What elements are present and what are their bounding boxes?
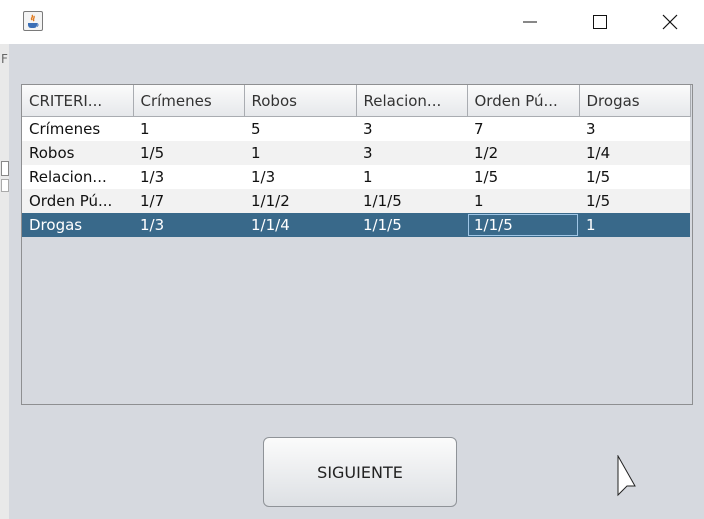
table-header: CRITERI... Crímenes Robos Relacion... Or… <box>22 85 691 117</box>
column-header[interactable]: Relacion... <box>356 85 468 117</box>
table-cell[interactable]: 1/1/5 <box>356 188 467 213</box>
table-cell[interactable]: 1/5 <box>579 164 690 189</box>
table-cell[interactable]: 1/3 <box>133 164 244 189</box>
maximize-button[interactable] <box>577 0 623 44</box>
table-cell[interactable]: 1 <box>579 212 690 237</box>
close-button[interactable] <box>647 0 693 44</box>
close-icon <box>662 14 678 30</box>
table-cell[interactable]: 1 <box>244 140 356 165</box>
table-row-selected[interactable]: Drogas 1/3 1/1/4 1/1/5 1/1/5 1 <box>22 212 690 237</box>
column-header[interactable]: Crímenes <box>133 85 245 117</box>
table-cell[interactable]: 1/5 <box>133 140 244 165</box>
background-control <box>1 161 9 176</box>
column-header[interactable]: CRITERI... <box>22 85 134 117</box>
table-cell[interactable]: 5 <box>244 116 356 141</box>
table-row[interactable]: Crímenes 1 5 3 7 3 <box>22 116 690 141</box>
table-cell[interactable]: 7 <box>467 116 579 141</box>
window-content: CRITERI... Crímenes Robos Relacion... Or… <box>9 44 704 519</box>
mouse-cursor-icon <box>617 455 636 497</box>
table-row[interactable]: Robos 1/5 1 3 1/2 1/4 <box>22 140 690 165</box>
table-cell[interactable]: 1 <box>467 188 579 213</box>
table-cell[interactable]: 3 <box>579 116 690 141</box>
table-cell[interactable]: 1/5 <box>467 164 579 189</box>
table-row[interactable]: Relacion... 1/3 1/3 1 1/5 1/5 <box>22 164 690 189</box>
table-cell[interactable]: Orden Pú... <box>22 188 133 213</box>
table-cell[interactable]: 1/3 <box>133 212 244 237</box>
minimize-icon <box>523 21 537 23</box>
table-cell[interactable]: 1/3 <box>244 164 356 189</box>
background-letter: F <box>1 52 8 66</box>
title-bar[interactable] <box>9 0 704 44</box>
table-cell[interactable]: 1/7 <box>133 188 244 213</box>
column-header[interactable]: Drogas <box>579 85 691 117</box>
table-cell[interactable]: 3 <box>356 116 467 141</box>
table-cell[interactable]: 1/2 <box>467 140 579 165</box>
column-header[interactable]: Orden Pú... <box>467 85 580 117</box>
background-control <box>1 179 9 192</box>
table-row[interactable]: Orden Pú... 1/7 1/1/2 1/1/5 1 1/5 <box>22 188 690 213</box>
column-header[interactable]: Robos <box>244 85 357 117</box>
maximize-icon <box>593 15 607 29</box>
table-cell[interactable]: Robos <box>22 140 133 165</box>
siguiente-button[interactable]: SIGUIENTE <box>263 437 457 507</box>
table-cell[interactable]: 3 <box>356 140 467 165</box>
table-cell[interactable]: Relacion... <box>22 164 133 189</box>
criteria-table[interactable]: CRITERI... Crímenes Robos Relacion... Or… <box>22 85 691 237</box>
table-scroll-pane[interactable]: CRITERI... Crímenes Robos Relacion... Or… <box>21 84 693 405</box>
table-cell[interactable]: Drogas <box>22 212 133 237</box>
table-cell[interactable]: 1 <box>133 116 244 141</box>
table-cell[interactable]: 1/5 <box>579 188 690 213</box>
table-cell[interactable]: 1/4 <box>579 140 690 165</box>
table-cell[interactable]: 1 <box>356 164 467 189</box>
table-cell[interactable]: 1/1/5 <box>356 212 467 237</box>
table-cell[interactable]: 1/1/4 <box>244 212 356 237</box>
table-cell[interactable]: 1/1/2 <box>244 188 356 213</box>
table-cell-focused[interactable]: 1/1/5 <box>467 212 579 237</box>
java-icon <box>23 11 43 31</box>
table-cell[interactable]: Crímenes <box>22 116 133 141</box>
minimize-button[interactable] <box>507 0 553 44</box>
